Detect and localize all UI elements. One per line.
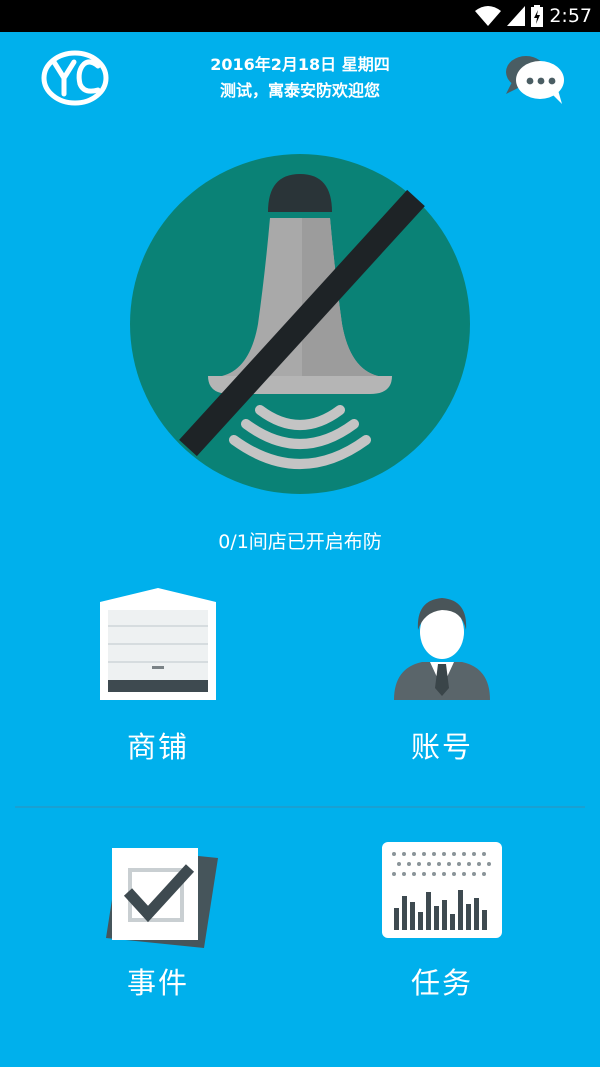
arm-status-text: 0/1间店已开启布防 (218, 531, 382, 553)
app-logo[interactable] (40, 48, 110, 108)
bar-chart-icon (382, 842, 502, 938)
tasks-label: 任务 (410, 966, 473, 1000)
account-menu-item[interactable]: 账号 (332, 586, 552, 786)
user-avatar-icon (394, 598, 490, 700)
wifi-icon (475, 6, 502, 26)
alarm-disarmed-icon (130, 154, 470, 494)
cell-signal-icon (507, 6, 526, 26)
status-bar: 2:57 (0, 0, 600, 32)
storefront-shutter-icon (100, 588, 216, 700)
status-icons: 2:57 (475, 4, 592, 28)
events-label: 事件 (126, 966, 189, 1000)
tasks-menu-item[interactable]: 任务 (332, 842, 552, 1012)
events-menu-item[interactable]: 事件 (48, 842, 268, 1012)
shops-label: 商铺 (126, 730, 189, 764)
app-header: 2016年2月18日 星期四 测试，寓泰安防欢迎您 (0, 32, 600, 132)
status-time: 2:57 (549, 5, 592, 27)
current-date: 2016年2月18日 星期四 (210, 55, 390, 74)
messages-button[interactable] (502, 50, 568, 106)
account-label: 账号 (410, 730, 473, 764)
arm-toggle-button[interactable] (130, 154, 470, 494)
header-info: 2016年2月18日 星期四 测试，寓泰安防欢迎您 (150, 52, 450, 104)
shops-menu-item[interactable]: 商铺 (48, 586, 268, 786)
welcome-message: 测试，寓泰安防欢迎您 (219, 81, 380, 100)
battery-charging-icon (531, 5, 544, 27)
chat-bubbles-icon (506, 56, 564, 104)
menu-divider (15, 806, 585, 808)
logo-icon (41, 50, 109, 106)
checkbox-icon (106, 848, 218, 948)
